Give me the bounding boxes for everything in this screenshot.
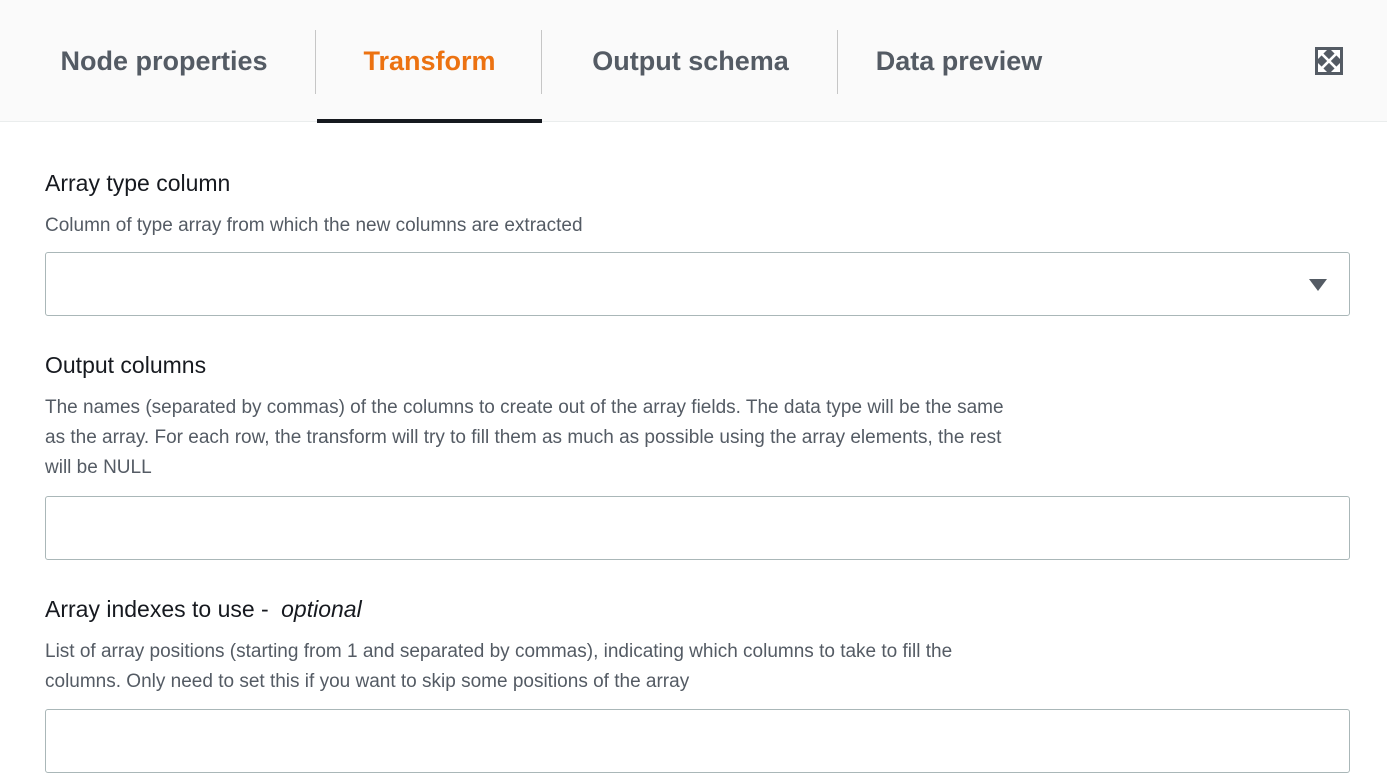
output-columns-label: Output columns [45, 352, 207, 378]
tab-divider [541, 30, 542, 94]
tab-divider [837, 30, 838, 94]
tab-divider [315, 30, 316, 94]
tab-bar: Node properties Transform Output schema … [0, 0, 1387, 123]
tab-output-schema[interactable]: Output schema [543, 0, 838, 122]
tab-node-properties[interactable]: Node properties [30, 0, 298, 122]
output-columns-description: The names (separated by commas) of the c… [45, 393, 1355, 483]
array-indexes-description-line: List of array positions (starting from 1… [45, 641, 953, 662]
array-type-column-select[interactable] [45, 252, 1350, 316]
output-columns-description-line: will be NULL [45, 457, 152, 478]
optional-marker: optional [281, 596, 362, 622]
array-indexes-description-line: columns. Only need to set this if you wa… [45, 671, 690, 692]
array-indexes-label-text: Array indexes to use - [45, 596, 269, 622]
caret-down-icon [1309, 279, 1327, 291]
array-indexes-description: List of array positions (starting from 1… [45, 637, 1355, 697]
expand-arrows-icon [1315, 47, 1343, 75]
output-columns-description-line: as the array. For each row, the transfor… [45, 427, 1002, 448]
output-columns-description-line: The names (separated by commas) of the c… [45, 397, 1004, 418]
tab-data-preview[interactable]: Data preview [839, 0, 1079, 122]
expand-button[interactable] [1314, 46, 1344, 76]
tab-transform[interactable]: Transform [317, 0, 542, 123]
array-type-column-label: Array type column [45, 170, 231, 196]
array-type-column-description: Column of type array from which the new … [45, 215, 583, 236]
array-indexes-input[interactable] [45, 709, 1350, 773]
output-columns-input[interactable] [45, 496, 1350, 560]
array-indexes-label: Array indexes to use - optional [45, 596, 362, 623]
